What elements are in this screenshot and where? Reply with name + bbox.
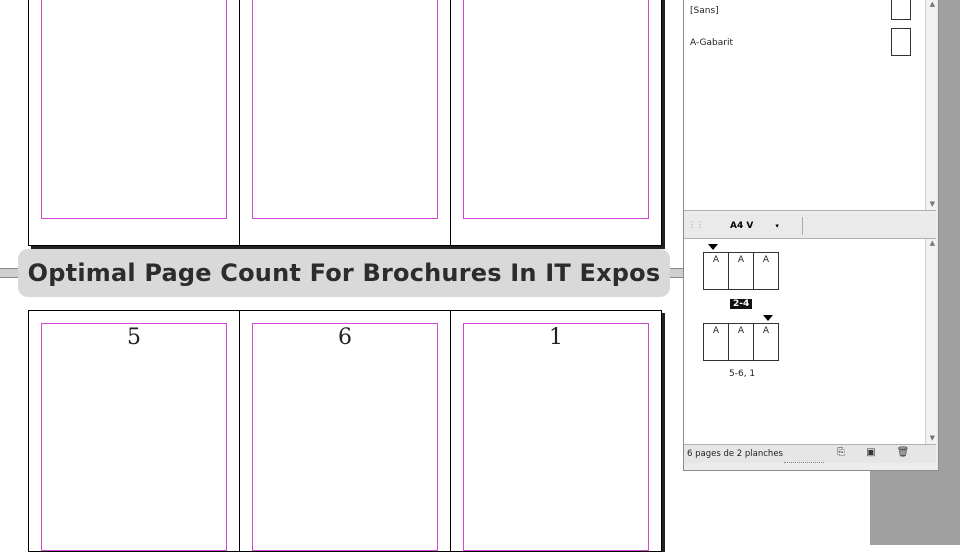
spread-thumbnail[interactable]: A A A bbox=[703, 323, 779, 361]
scroll-up-icon[interactable]: ▲ bbox=[930, 0, 935, 8]
scroll-up-icon[interactable]: ▲ bbox=[930, 239, 935, 247]
margin-guide bbox=[463, 0, 649, 219]
document-spread-bottom[interactable]: 5 6 1 bbox=[28, 310, 662, 552]
margin-guide bbox=[252, 323, 438, 551]
scroll-down-icon[interactable]: ▼ bbox=[930, 200, 935, 208]
page-thumbnail[interactable]: A bbox=[753, 323, 779, 361]
masters-scrollbar[interactable]: ▲ ▼ bbox=[925, 0, 936, 210]
document-page[interactable] bbox=[451, 0, 661, 245]
document-page[interactable] bbox=[29, 0, 240, 245]
page-number: 1 bbox=[549, 325, 563, 350]
master-name: A-Gabarit bbox=[690, 38, 733, 48]
title-banner: Optimal Page Count For Brochures In IT E… bbox=[18, 249, 670, 297]
document-page[interactable]: 5 bbox=[29, 311, 240, 551]
new-page-icon[interactable]: ⎘ bbox=[834, 447, 848, 459]
trash-icon[interactable]: 🗑 bbox=[896, 447, 910, 459]
pages-toolbar: ⋮⋮ A4 V ▾ bbox=[684, 214, 936, 239]
page-number: 6 bbox=[338, 325, 352, 350]
current-page-marker-icon bbox=[708, 244, 718, 250]
new-master-icon[interactable]: ▣ bbox=[864, 447, 878, 459]
spread-label: 5-6, 1 bbox=[729, 369, 756, 379]
document-page[interactable]: 1 bbox=[451, 311, 661, 551]
master-item-none[interactable]: [Sans] bbox=[690, 6, 719, 26]
master-name: [Sans] bbox=[690, 6, 719, 16]
page-thumbnail[interactable]: A bbox=[728, 323, 754, 361]
page-thumbnail[interactable]: A bbox=[703, 323, 729, 361]
page-size-select[interactable]: A4 V ▾ bbox=[710, 217, 803, 235]
page-size-value: A4 V bbox=[730, 221, 754, 231]
document-workspace: 5 6 1 Optimal Page Count For Brochures I… bbox=[0, 0, 960, 552]
page-number: 5 bbox=[127, 325, 141, 350]
master-thumbnail-a-gabarit[interactable] bbox=[891, 28, 911, 56]
masters-list: [Sans] A-Gabarit ▲ ▼ bbox=[684, 0, 936, 211]
spread-thumbnail[interactable]: A A A bbox=[703, 252, 779, 290]
page-thumbnail[interactable]: A bbox=[728, 252, 754, 290]
document-page[interactable]: 6 bbox=[240, 311, 451, 551]
master-item-a-gabarit[interactable]: A-Gabarit bbox=[690, 38, 733, 58]
pages-status-bar: 6 pages de 2 planches ⎘ ▣ 🗑 bbox=[684, 444, 936, 463]
page-thumbnail[interactable]: A bbox=[753, 252, 779, 290]
current-page-marker-icon bbox=[763, 315, 773, 321]
document-spread-top[interactable] bbox=[28, 0, 662, 246]
pages-area: A A A 2-4 A A A 5-6, 1 ▲ ▼ bbox=[684, 239, 936, 444]
spread-label-selected: 2-4 bbox=[730, 299, 753, 309]
margin-guide bbox=[252, 0, 438, 219]
page-thumbnail[interactable]: A bbox=[703, 252, 729, 290]
resize-grip-icon[interactable] bbox=[784, 462, 824, 467]
pages-panel: [Sans] A-Gabarit ▲ ▼ ⋮⋮ A4 V ▾ A A A 2-4… bbox=[683, 0, 939, 471]
margin-guide bbox=[41, 0, 227, 219]
chevron-down-icon: ▾ bbox=[775, 222, 779, 230]
grip-icon[interactable]: ⋮⋮ bbox=[688, 220, 704, 229]
scroll-down-icon[interactable]: ▼ bbox=[930, 434, 935, 442]
master-thumbnail-none[interactable] bbox=[891, 0, 911, 20]
margin-guide bbox=[463, 323, 649, 551]
pages-scrollbar[interactable]: ▲ ▼ bbox=[925, 239, 936, 444]
page-count-status: 6 pages de 2 planches bbox=[687, 449, 783, 459]
margin-guide bbox=[41, 323, 227, 551]
banner-title: Optimal Page Count For Brochures In IT E… bbox=[27, 259, 661, 287]
document-page[interactable] bbox=[240, 0, 451, 245]
